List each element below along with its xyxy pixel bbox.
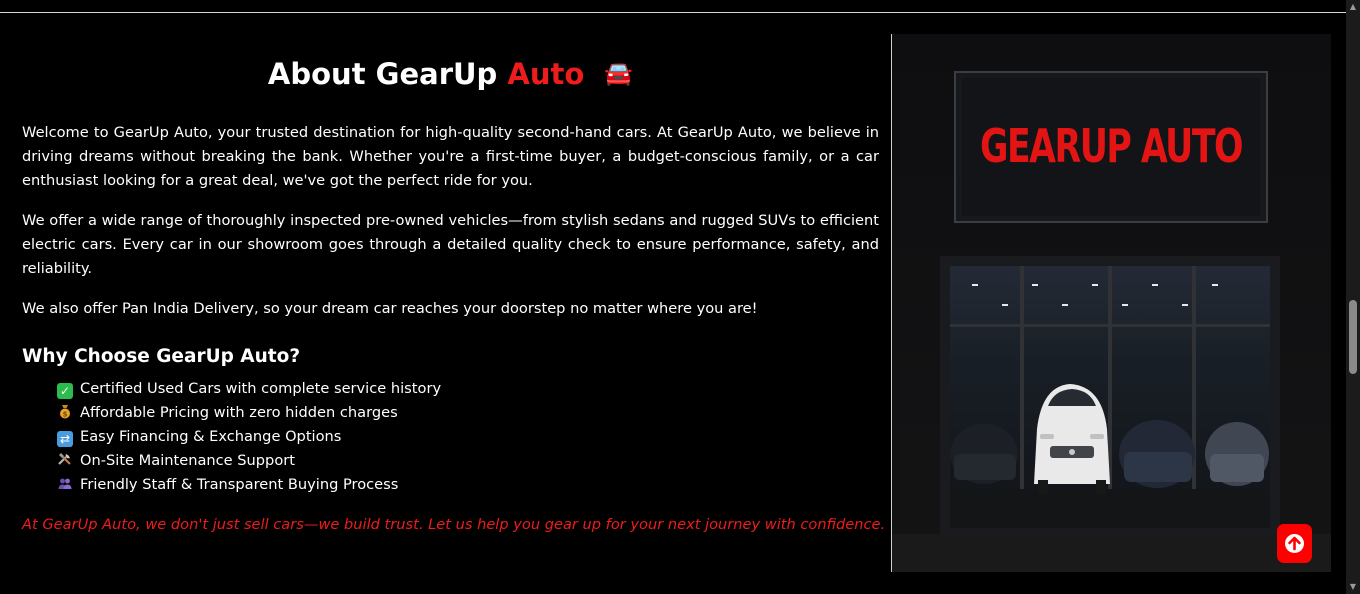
about-section: About GearUp Auto 🚘 Welcome to GearUp Au… — [22, 34, 885, 534]
check-mark-icon: ✓ — [57, 383, 73, 399]
page-scrollbar[interactable]: ▲ ▼ — [1346, 0, 1360, 594]
intro-paragraph: Welcome to GearUp Auto, your trusted des… — [22, 124, 879, 189]
showroom-image: GEARUP AUTO — [892, 34, 1331, 572]
list-item: ✓ Certified Used Cars with complete servi… — [57, 377, 441, 401]
title-main: About GearUp — [267, 57, 498, 91]
feature-list: ✓ Certified Used Cars with complete servi… — [57, 377, 441, 497]
range-paragraph: We offer a wide range of thoroughly insp… — [22, 212, 879, 277]
exchange-arrows-icon: ⇄ — [57, 431, 73, 447]
feature-text: Affordable Pricing with zero hidden char… — [80, 404, 398, 421]
list-item: ⇄ Easy Financing & Exchange Options — [57, 425, 441, 449]
people-icon — [57, 475, 73, 491]
scroll-to-top-button[interactable] — [1277, 524, 1312, 563]
why-choose-heading: Why Choose GearUp Auto? — [22, 346, 301, 367]
delivery-paragraph: We also offer Pan India Delivery, so you… — [22, 300, 758, 317]
feature-text: Certified Used Cars with complete servic… — [80, 380, 442, 397]
title-accent: Auto — [507, 57, 585, 91]
feature-text: On-Site Maintenance Support — [80, 452, 295, 469]
closing-statement: At GearUp Auto, we don't just sell cars—… — [22, 516, 886, 533]
car-emoji-icon: 🚘 — [604, 61, 634, 87]
scroll-up-arrow-icon[interactable]: ▲ — [1346, 0, 1360, 14]
page-title: About GearUp Auto 🚘 — [22, 34, 879, 90]
list-item: $ Affordable Pricing with zero hidden ch… — [57, 401, 441, 425]
scrollbar-thumb[interactable] — [1349, 300, 1357, 374]
arrow-up-icon — [1285, 534, 1304, 553]
money-bag-icon: $ — [57, 403, 73, 419]
scroll-down-arrow-icon[interactable]: ▼ — [1346, 580, 1360, 594]
svg-text:$: $ — [63, 411, 68, 419]
top-border-line — [0, 12, 1346, 13]
list-item: Friendly Staff & Transparent Buying Proc… — [57, 473, 441, 497]
sign-text: GEARUP AUTO — [980, 119, 1242, 173]
feature-text: Friendly Staff & Transparent Buying Proc… — [80, 476, 399, 493]
feature-text: Easy Financing & Exchange Options — [80, 428, 342, 445]
list-item: On-Site Maintenance Support — [57, 449, 441, 473]
tools-icon — [57, 451, 73, 467]
